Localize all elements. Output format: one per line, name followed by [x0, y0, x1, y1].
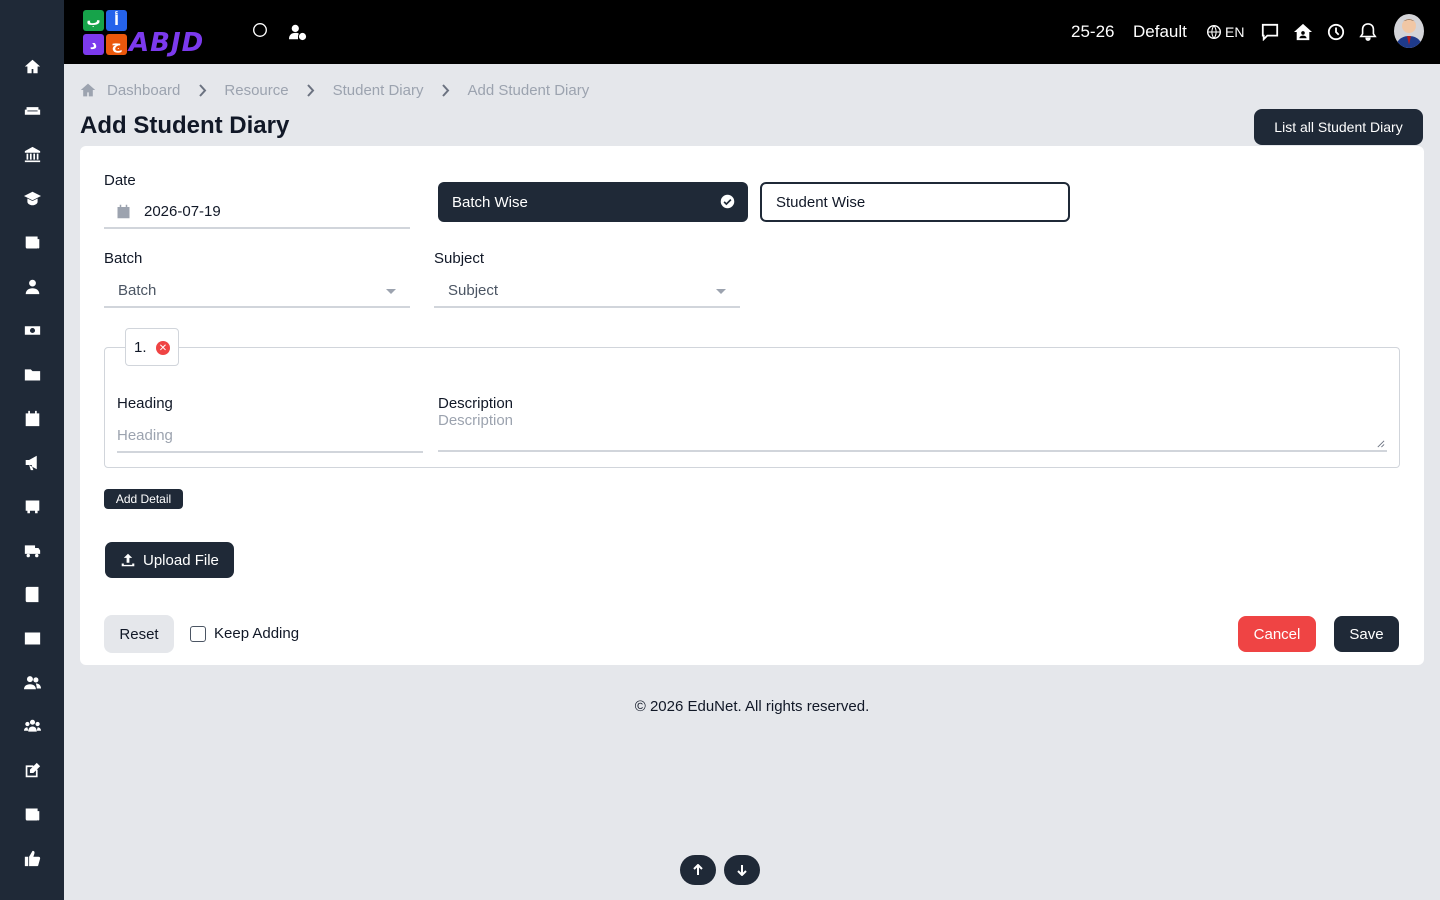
description-textarea[interactable]: Description: [438, 412, 1387, 452]
heading-label: Heading: [117, 395, 173, 412]
users-icon[interactable]: [22, 672, 42, 692]
thumbs-up-icon[interactable]: [22, 848, 42, 868]
home-user-icon[interactable]: [1293, 22, 1313, 42]
graduation-icon[interactable]: [22, 188, 42, 208]
breadcrumb-current: Add Student Diary: [467, 81, 590, 99]
megaphone-icon[interactable]: [22, 452, 42, 472]
check-circle-icon: [720, 194, 735, 209]
logo-wordmark: ABJD: [129, 28, 205, 58]
profile-selector[interactable]: Default: [1133, 22, 1187, 42]
student-wise-label: Student Wise: [776, 193, 866, 211]
page-title: Add Student Diary: [80, 112, 290, 139]
scroll-up-button[interactable]: [680, 855, 716, 885]
chat-icon[interactable]: [1260, 22, 1280, 42]
detail-index: 1.: [134, 338, 147, 356]
group-icon[interactable]: [22, 716, 42, 736]
add-detail-button[interactable]: Add Detail: [104, 489, 183, 509]
upload-file-label: Upload File: [143, 551, 219, 569]
breadcrumb-dashboard[interactable]: Dashboard: [107, 82, 180, 99]
sofa-icon[interactable]: [22, 100, 42, 120]
subject-placeholder: Subject: [448, 281, 499, 299]
user-clock-icon[interactable]: [288, 22, 308, 42]
chevron-right-icon: [423, 83, 467, 97]
keep-adding-label: Keep Adding: [214, 625, 300, 642]
logo-tile-icon: د: [83, 34, 104, 55]
calendar-icon[interactable]: [22, 408, 42, 428]
batch-placeholder: Batch: [118, 281, 157, 299]
chevron-down-icon: [716, 289, 726, 294]
batch-wise-toggle[interactable]: Batch Wise: [438, 182, 748, 222]
save-button[interactable]: Save: [1334, 616, 1399, 652]
home-icon[interactable]: [22, 56, 42, 76]
bell-icon[interactable]: [1358, 22, 1378, 42]
arrow-down-icon: [737, 865, 747, 876]
sidebar: [0, 0, 64, 900]
newspaper-icon[interactable]: [22, 804, 42, 824]
cancel-button[interactable]: Cancel: [1238, 616, 1316, 652]
batch-wise-label: Batch Wise: [452, 193, 528, 211]
list-all-button[interactable]: List all Student Diary: [1254, 109, 1423, 145]
topbar: ب أ د ج ABJD 25-26 Default EN: [64, 0, 1440, 64]
reset-button[interactable]: Reset: [104, 615, 174, 653]
description-label: Description: [438, 395, 514, 412]
session-year[interactable]: 25-26: [1071, 22, 1114, 42]
breadcrumb-resource[interactable]: Resource: [224, 82, 288, 99]
subject-select[interactable]: Subject: [434, 274, 740, 308]
arrow-up-icon: [693, 864, 703, 875]
description-placeholder: Description: [438, 412, 514, 429]
book-icon[interactable]: [22, 584, 42, 604]
heading-placeholder: Heading: [117, 426, 173, 444]
student-wise-toggle[interactable]: Student Wise: [760, 182, 1070, 222]
resize-handle-icon[interactable]: [1376, 439, 1385, 448]
date-field[interactable]: 2026-07-19: [104, 195, 410, 229]
breadcrumb: Dashboard Resource Student Diary Add Stu…: [80, 81, 589, 99]
logo[interactable]: ب أ د ج ABJD: [81, 9, 225, 58]
date-label: Date: [104, 172, 136, 189]
edit-icon[interactable]: [22, 760, 42, 780]
upload-file-button[interactable]: Upload File: [105, 542, 234, 578]
money-icon[interactable]: [22, 320, 42, 340]
upload-icon: [121, 553, 135, 567]
batch-label: Batch: [104, 250, 143, 267]
heading-input[interactable]: Heading: [117, 419, 423, 453]
logo-tile-icon: ب: [83, 10, 104, 31]
bus-icon[interactable]: [22, 496, 42, 516]
keep-adding-checkbox[interactable]: [190, 625, 206, 642]
home-icon[interactable]: [80, 82, 96, 98]
chevron-down-icon: [386, 289, 396, 294]
chevron-right-icon: [180, 83, 224, 97]
date-value: 2026-07-19: [144, 202, 221, 220]
avatar[interactable]: [1394, 14, 1424, 48]
remove-detail-icon[interactable]: ✕: [156, 341, 170, 355]
form-card: Date 2026-07-19 Batch Wise Student Wise …: [80, 146, 1424, 665]
subject-label: Subject: [434, 250, 485, 267]
calendar-icon: [117, 204, 130, 218]
logo-tile-icon: أ: [106, 10, 127, 31]
scroll-down-button[interactable]: [724, 855, 760, 885]
chevron-right-icon: [289, 83, 333, 97]
truck-icon[interactable]: [22, 540, 42, 560]
clock-icon[interactable]: [1326, 22, 1346, 42]
detail-group: Heading Heading Description Description: [104, 347, 1400, 468]
footer-copyright: © 2026 EduNet. All rights reserved.: [634, 698, 870, 715]
status-circle-icon[interactable]: [250, 20, 270, 40]
keep-adding[interactable]: Keep Adding: [190, 625, 299, 642]
folder-icon[interactable]: [22, 364, 42, 384]
image-icon[interactable]: [22, 628, 42, 648]
batch-select[interactable]: Batch: [104, 274, 410, 308]
detail-index-badge: 1. ✕: [125, 328, 179, 366]
user-icon[interactable]: [22, 276, 42, 296]
globe-icon[interactable]: [1206, 22, 1222, 42]
breadcrumb-student-diary[interactable]: Student Diary: [333, 82, 424, 99]
language-selector[interactable]: EN: [1225, 24, 1244, 40]
news-icon[interactable]: [22, 232, 42, 252]
bank-icon[interactable]: [22, 144, 42, 164]
logo-tile-icon: ج: [106, 34, 127, 55]
